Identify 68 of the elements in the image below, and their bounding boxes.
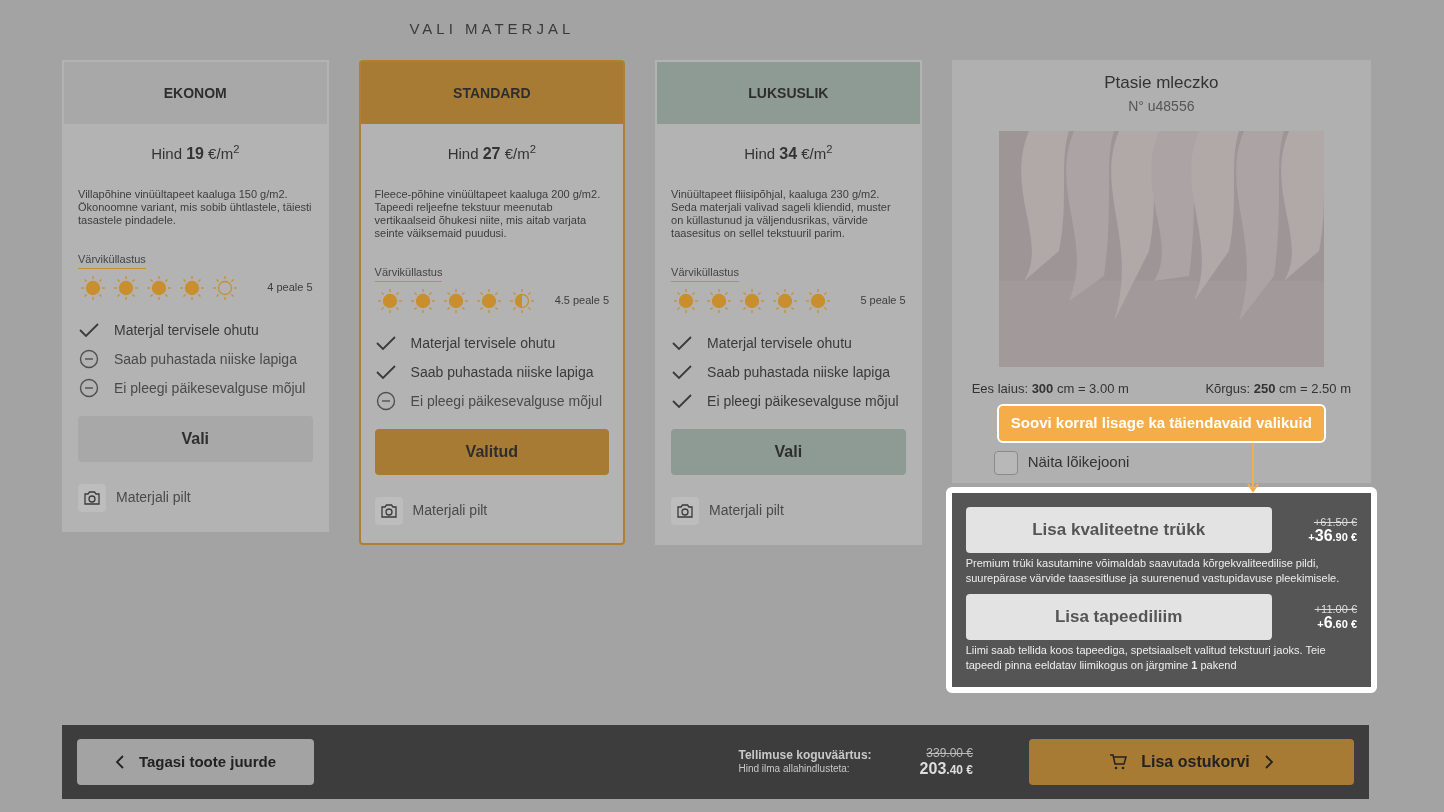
feature-label: Ei pleegi päikesevalguse mõjul <box>410 391 602 411</box>
select-button[interactable]: Vali <box>78 415 313 462</box>
feature-label: Materjal tervisele ohutu <box>114 320 259 340</box>
material-description: Vinüültapeet fliisipõhjal, kaaluga 230 g/m2. Seda materjali valivad sageli kliendid, muster on küllastunud ja väljendusrikas, värvide taasesitus on sellel tekstuuril parim. <box>671 188 892 240</box>
saturation-label: Värviküllastus <box>671 264 739 282</box>
hint-tooltip: Soovi korral lisage ka täiendavaid valikuid <box>996 404 1326 443</box>
feature-label: Saab puhastada niiske lapiga <box>707 362 890 382</box>
product-title: Ptasie mleczko <box>1104 72 1219 94</box>
page-title: VALI MATERJAL <box>408 19 576 39</box>
rating-text: 4 peale 5 <box>267 280 313 296</box>
minus-circle-icon <box>375 391 396 411</box>
total-label: Tellimuse koguväärtus: <box>738 749 872 762</box>
old-price: +61.50 € <box>1313 515 1357 529</box>
option-description: Premium trüki kasutamine võimaldab saavutada kõrgekvaliteedilise pildi, suurepärase värvide taasesitluse ja suurenenud vastupidavuse pleekimisele. <box>965 555 1341 586</box>
checkbox-label: Näita lõikejooni <box>1027 452 1130 473</box>
camera-icon[interactable] <box>78 483 106 512</box>
card-header: EKONOM <box>64 62 327 124</box>
check-icon <box>374 335 397 351</box>
arrow-icon <box>1246 442 1259 493</box>
camera-icon[interactable] <box>671 496 700 525</box>
total-sublabel: Hind ilma allahindlusteta: <box>738 762 851 775</box>
add-option-button[interactable]: Lisa kvaliteetne trükk <box>965 506 1272 553</box>
material-description: Fleece-põhine vinüültapeet kaaluga 200 g/m2. Tapeedi reljeefne tekstuur meenutab vertikaalseid õhukesi niite, mis aitab varjata seinte väiksemaid puudusi. <box>374 188 602 240</box>
feature-label: Ei pleegi päikesevalguse mõjul <box>707 391 899 411</box>
select-button[interactable]: Valitud <box>374 428 610 475</box>
saturation-label: Värviküllastus <box>374 264 443 282</box>
chevron-right-icon <box>1263 755 1274 769</box>
check-icon <box>671 335 694 351</box>
check-icon <box>78 322 100 338</box>
option-description: Liimi saab tellida koos tapeediga, spetsiaalselt valitud tekstuuri jaoks. Teie tapeedi pinna eeldatav liimikogus on järgmine 1 pakend <box>965 642 1327 673</box>
check-icon <box>374 364 397 380</box>
camera-icon[interactable] <box>374 496 403 525</box>
feature-label: Saab puhastada niiske lapiga <box>410 362 594 382</box>
product-number: N° u48556 <box>1128 96 1195 116</box>
check-icon <box>671 364 694 380</box>
option-price: +36.90 € <box>1308 529 1357 544</box>
chevron-left-icon <box>114 755 125 769</box>
minus-circle-icon <box>79 349 99 369</box>
saturation-label: Värviküllastus <box>78 251 146 269</box>
feature-label: Saab puhastada niiske lapiga <box>114 349 297 369</box>
price-label: Hind 19 €/m$^{2}$ <box>150 142 241 164</box>
price-label: Hind 34 €/m$^{2}$ <box>743 142 834 164</box>
rating-text: 5 peale 5 <box>860 293 906 309</box>
cart-icon <box>1109 754 1128 770</box>
photo-link[interactable]: Materjali pilt <box>412 500 488 521</box>
feature-label: Ei pleegi päikesevalguse mõjul <box>114 378 306 398</box>
feature-label: Materjal tervisele ohutu <box>410 333 556 353</box>
check-icon <box>671 393 694 409</box>
photo-link[interactable]: Materjali pilt <box>116 487 191 508</box>
material-description: Villapõhine vinüültapeet kaaluga 150 g/m2. Ökonoomne variant, mis sobib ühtlastele, täiesti tasastele pindadele. <box>78 188 313 227</box>
option-price: +6.60 € <box>1317 616 1357 631</box>
select-button[interactable]: Vali <box>671 428 906 475</box>
photo-link[interactable]: Materjali pilt <box>709 500 784 521</box>
card-header: LUKSUSLIK <box>657 62 920 124</box>
minus-circle-icon <box>79 378 99 398</box>
old-price: +11.00 € <box>1314 602 1357 616</box>
back-button[interactable]: Tagasi toote juurde <box>77 739 314 785</box>
height-label: Kõrgus: 250 cm = 2.50 m <box>1205 379 1351 398</box>
checkbox[interactable] <box>993 450 1018 475</box>
add-to-cart-button[interactable]: Lisa ostukorvi <box>1029 739 1354 785</box>
card-header: STANDARD <box>360 62 624 124</box>
add-option-button[interactable]: Lisa tapeediliim <box>965 593 1272 640</box>
price-label: Hind 27 €/m$^{2}$ <box>446 142 537 164</box>
rating-text: 4.5 peale 5 <box>554 293 610 309</box>
order-total: 203.40 € <box>919 761 973 778</box>
feature-label: Materjal tervisele ohutu <box>707 333 852 353</box>
width-label: Ees laius: 300 cm = 3.00 m <box>971 379 1129 398</box>
old-total: 339.00 € <box>926 746 973 761</box>
